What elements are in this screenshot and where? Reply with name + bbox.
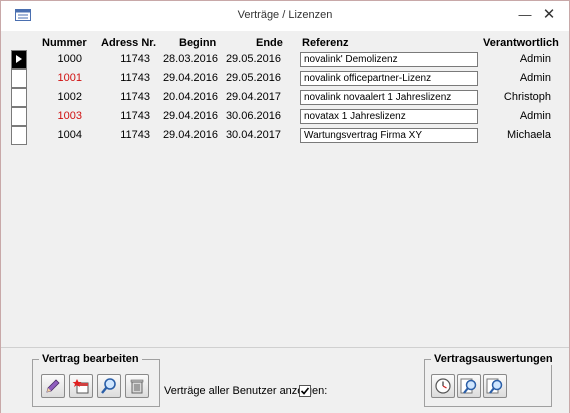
checkmark-icon: [300, 387, 310, 395]
report-search-button[interactable]: [457, 374, 481, 398]
cell-adress-nr: 11743: [120, 110, 150, 122]
cell-ende: 29.05.2016: [225, 53, 281, 65]
cell-nummer: 1004: [57, 129, 82, 141]
show-all-users-checkbox[interactable]: [299, 385, 311, 397]
contracts-window: Verträge / Lizenzen — ✕ Nummer Adress Nr…: [0, 0, 570, 413]
cell-beginn: 29.04.2016: [162, 129, 218, 141]
cell-referenz-field[interactable]: Wartungsvertrag Firma XY: [300, 128, 478, 143]
report-expiry-button[interactable]: [431, 374, 455, 398]
cell-referenz-field[interactable]: novalink' Demolizenz: [300, 52, 478, 67]
cell-verantwortlich: Admin: [519, 72, 551, 84]
cell-adress-nr: 11743: [120, 53, 150, 65]
report-search-alt-button[interactable]: [483, 374, 507, 398]
cell-nummer: 1000: [57, 53, 82, 65]
title-bar: Verträge / Lizenzen — ✕: [1, 1, 569, 31]
close-button[interactable]: ✕: [538, 5, 560, 25]
contract-reports-group-label: Vertragsauswertungen: [431, 353, 556, 365]
search-contract-button[interactable]: [97, 374, 121, 398]
cell-verantwortlich: Admin: [519, 110, 551, 122]
header-nummer: Nummer: [42, 37, 87, 49]
cell-verantwortlich: Michaela: [506, 129, 551, 141]
footer-panel: Vertrag bearbeiten Verträge aller Benutz…: [1, 347, 569, 413]
cell-beginn: 29.04.2016: [162, 110, 218, 122]
cell-adress-nr: 11743: [120, 129, 150, 141]
window-title: Verträge / Lizenzen: [237, 9, 333, 21]
header-referenz: Referenz: [302, 37, 349, 49]
cell-adress-nr: 11743: [120, 91, 150, 103]
cell-beginn: 20.04.2016: [162, 91, 218, 103]
minimize-button[interactable]: —: [514, 5, 536, 25]
cell-beginn: 29.04.2016: [162, 72, 218, 84]
cell-referenz-field[interactable]: novalink officepartner-Lizenz: [300, 71, 478, 86]
contract-reports-group: Vertragsauswertungen: [424, 353, 556, 407]
cell-ende: 30.06.2016: [225, 110, 281, 122]
edit-contract-group: Vertrag bearbeiten: [32, 353, 160, 407]
cell-referenz-field[interactable]: novalink novaalert 1 Jahreslizenz: [300, 90, 478, 105]
edit-contract-group-label: Vertrag bearbeiten: [39, 353, 142, 365]
cell-nummer: 1003: [57, 110, 82, 122]
cell-adress-nr: 11743: [120, 72, 150, 84]
cell-ende: 29.04.2017: [225, 91, 281, 103]
cell-beginn: 28.03.2016: [162, 53, 218, 65]
header-verantwortlich: Verantwortlich: [483, 37, 559, 49]
delete-contract-button[interactable]: [125, 374, 149, 398]
new-contract-button[interactable]: [69, 374, 93, 398]
cell-nummer: 1002: [57, 91, 82, 103]
cell-ende: 30.04.2017: [225, 129, 281, 141]
cell-ende: 29.05.2016: [225, 72, 281, 84]
contracts-grid: Nummer Adress Nr. Beginn Ende Referenz V…: [8, 31, 568, 346]
cell-nummer: 1001: [57, 72, 82, 84]
cell-verantwortlich: Christoph: [503, 91, 551, 103]
header-adress-nr: Adress Nr.: [101, 37, 157, 49]
edit-button[interactable]: [41, 374, 65, 398]
header-beginn: Beginn: [179, 37, 217, 49]
cell-referenz-field[interactable]: novatax 1 Jahreslizenz: [300, 109, 478, 124]
cell-verantwortlich: Admin: [519, 53, 551, 65]
header-ende: Ende: [256, 37, 283, 49]
